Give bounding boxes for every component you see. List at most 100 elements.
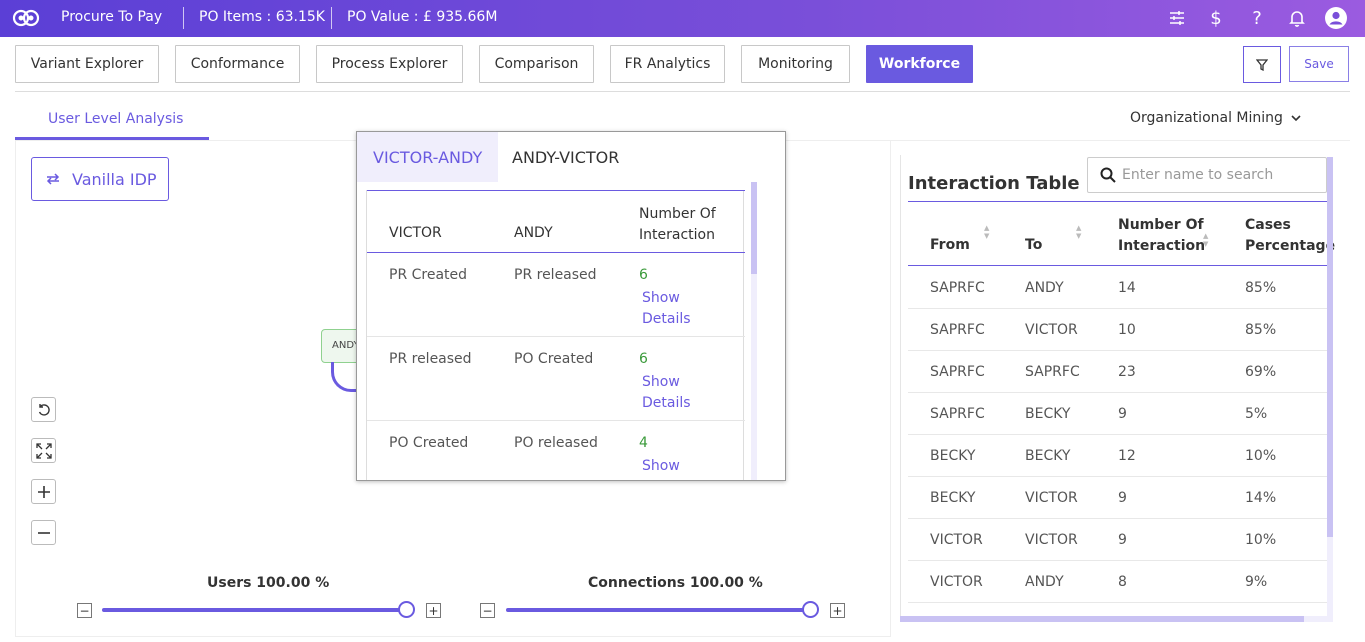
tab-fr-analytics[interactable]: FR Analytics — [610, 45, 725, 83]
connections-slider-track[interactable] — [506, 608, 812, 612]
vanilla-idp-button[interactable]: Vanilla IDP — [31, 157, 169, 201]
from-cell: PR released — [389, 351, 472, 367]
zoom-in-button[interactable] — [31, 479, 56, 504]
percentage-cell: 85% — [1245, 322, 1277, 338]
fit-screen-button[interactable] — [31, 438, 56, 463]
popup-table: VICTOR ANDY Number Of Interaction PR Cre… — [366, 190, 745, 480]
sliders-icon[interactable] — [1166, 7, 1188, 29]
table-row[interactable]: BECKY BECKY 12 10% — [908, 435, 1328, 477]
search-box[interactable] — [1087, 157, 1327, 193]
show-details-link[interactable]: Show Details — [642, 372, 702, 414]
tab-victor-andy[interactable]: VICTOR-ANDY — [357, 132, 499, 182]
to-cell: BECKY — [1025, 406, 1071, 422]
search-icon — [1100, 167, 1116, 183]
tab-variant-explorer[interactable]: Variant Explorer — [15, 45, 159, 83]
table-row[interactable]: VICTOR ANDY 8 9% — [908, 561, 1328, 603]
connections-increase-button[interactable]: + — [830, 603, 845, 618]
to-cell: VICTOR — [1025, 490, 1078, 506]
to-cell: SAPRFC — [1025, 364, 1080, 380]
graph-node[interactable]: ANDY — [321, 329, 361, 363]
sort-icon[interactable]: ▲ ▼ — [1076, 224, 1081, 240]
users-increase-button[interactable]: + — [426, 603, 441, 618]
connections-slider-label: Connections 100.00 % — [588, 575, 763, 591]
connections-decrease-button[interactable]: − — [480, 603, 495, 618]
table-horizontal-scrollbar[interactable] — [900, 616, 1333, 622]
from-cell: SAPRFC — [930, 406, 985, 422]
table-row[interactable]: SAPRFC BECKY 9 5% — [908, 393, 1328, 435]
filter-icon — [1256, 58, 1268, 71]
from-cell: SAPRFC — [930, 280, 985, 296]
sort-icon[interactable]: ▲ ▼ — [984, 224, 989, 240]
plus-icon — [37, 485, 50, 498]
zoom-out-button[interactable] — [31, 520, 56, 545]
search-input[interactable] — [1122, 167, 1312, 183]
tab-monitoring[interactable]: Monitoring — [741, 45, 850, 83]
save-button[interactable]: Save — [1289, 46, 1349, 82]
dollar-icon[interactable]: $ — [1205, 7, 1227, 29]
column-header-to[interactable]: To — [1025, 237, 1042, 253]
filter-button[interactable] — [1243, 46, 1281, 83]
table-row[interactable]: SAPRFC SAPRFC 23 69% — [908, 351, 1328, 393]
column-header-cases-percentage[interactable]: Cases Percentage — [1245, 215, 1335, 257]
connections-slider-thumb[interactable] — [802, 601, 819, 618]
expand-icon — [35, 442, 52, 459]
percentage-cell: 10% — [1245, 448, 1277, 464]
popup-table-header: VICTOR ANDY Number Of Interaction — [367, 190, 745, 253]
swap-icon — [46, 170, 60, 189]
organizational-mining-dropdown[interactable]: Organizational Mining — [1130, 110, 1301, 126]
sort-icon[interactable]: ▲ ▼ — [1203, 232, 1208, 248]
count-cell: 8 — [1118, 574, 1127, 590]
undo-icon — [38, 403, 50, 416]
from-cell: VICTOR — [930, 574, 983, 590]
users-slider-track[interactable] — [102, 608, 408, 612]
from-cell: VICTOR — [930, 532, 983, 548]
scrollbar-thumb[interactable] — [900, 616, 1304, 622]
app-logo-icon[interactable] — [12, 8, 40, 28]
show-details-link[interactable]: Show Details — [642, 288, 702, 330]
help-icon[interactable]: ? — [1246, 7, 1268, 29]
interaction-table-title: Interaction Table — [908, 173, 1080, 194]
po-items-stat: PO Items : 63.15K — [199, 9, 325, 25]
po-value-stat: PO Value : £ 935.66M — [347, 9, 498, 25]
dropdown-label: Organizational Mining — [1130, 110, 1283, 126]
show-details-link[interactable]: Show Details — [642, 456, 702, 480]
table-row[interactable]: BECKY VICTOR 9 14% — [908, 477, 1328, 519]
tab-process-explorer[interactable]: Process Explorer — [316, 45, 463, 83]
bell-icon[interactable] — [1286, 7, 1308, 29]
to-cell: PO released — [514, 435, 598, 451]
count-cell: 9 — [1118, 490, 1127, 506]
column-header-from[interactable]: From — [930, 237, 970, 253]
to-cell: PR released — [514, 267, 597, 283]
table-row[interactable]: SAPRFC VICTOR 10 85% — [908, 309, 1328, 351]
interaction-table-header: From ▲ ▼ To ▲ ▼ Number Of Interaction ▲ ▼ C… — [908, 201, 1335, 266]
reset-button[interactable] — [31, 397, 56, 422]
column-header-interaction[interactable]: Number Of Interaction — [1118, 215, 1208, 257]
tab-comparison[interactable]: Comparison — [479, 45, 594, 83]
user-icon[interactable] — [1325, 7, 1347, 29]
table-row[interactable]: VICTOR VICTOR 9 10% — [908, 519, 1328, 561]
tab-workforce[interactable]: Workforce — [866, 45, 973, 83]
users-decrease-button[interactable]: − — [77, 603, 92, 618]
column-header: Number Of Interaction — [639, 206, 716, 243]
app-name: Procure To Pay — [61, 9, 163, 25]
percentage-cell: 69% — [1245, 364, 1277, 380]
tab-user-level-analysis[interactable]: User Level Analysis — [48, 111, 183, 127]
tab-conformance[interactable]: Conformance — [175, 45, 300, 83]
users-slider-label: Users 100.00 % — [207, 575, 330, 591]
from-cell: PR Created — [389, 267, 468, 283]
popup-scrollbar[interactable] — [751, 182, 757, 480]
scrollbar-thumb[interactable] — [1327, 157, 1333, 537]
count-cell: 14 — [1118, 280, 1136, 296]
from-cell: BECKY — [930, 490, 976, 506]
table-vertical-scrollbar[interactable] — [1327, 157, 1333, 617]
count-cell: 6 — [639, 351, 648, 367]
table-row: PR released PO Created 6 Show Details — [367, 337, 745, 421]
count-cell: 9 — [1118, 406, 1127, 422]
table-row[interactable]: SAPRFC ANDY 14 85% — [908, 267, 1328, 309]
top-bar: Procure To Pay PO Items : 63.15K PO Valu… — [0, 0, 1365, 37]
scrollbar-thumb[interactable] — [751, 182, 757, 274]
tab-andy-victor[interactable]: ANDY-VICTOR — [496, 132, 635, 182]
users-slider-thumb[interactable] — [398, 601, 415, 618]
to-cell: VICTOR — [1025, 532, 1078, 548]
divider — [183, 7, 184, 29]
